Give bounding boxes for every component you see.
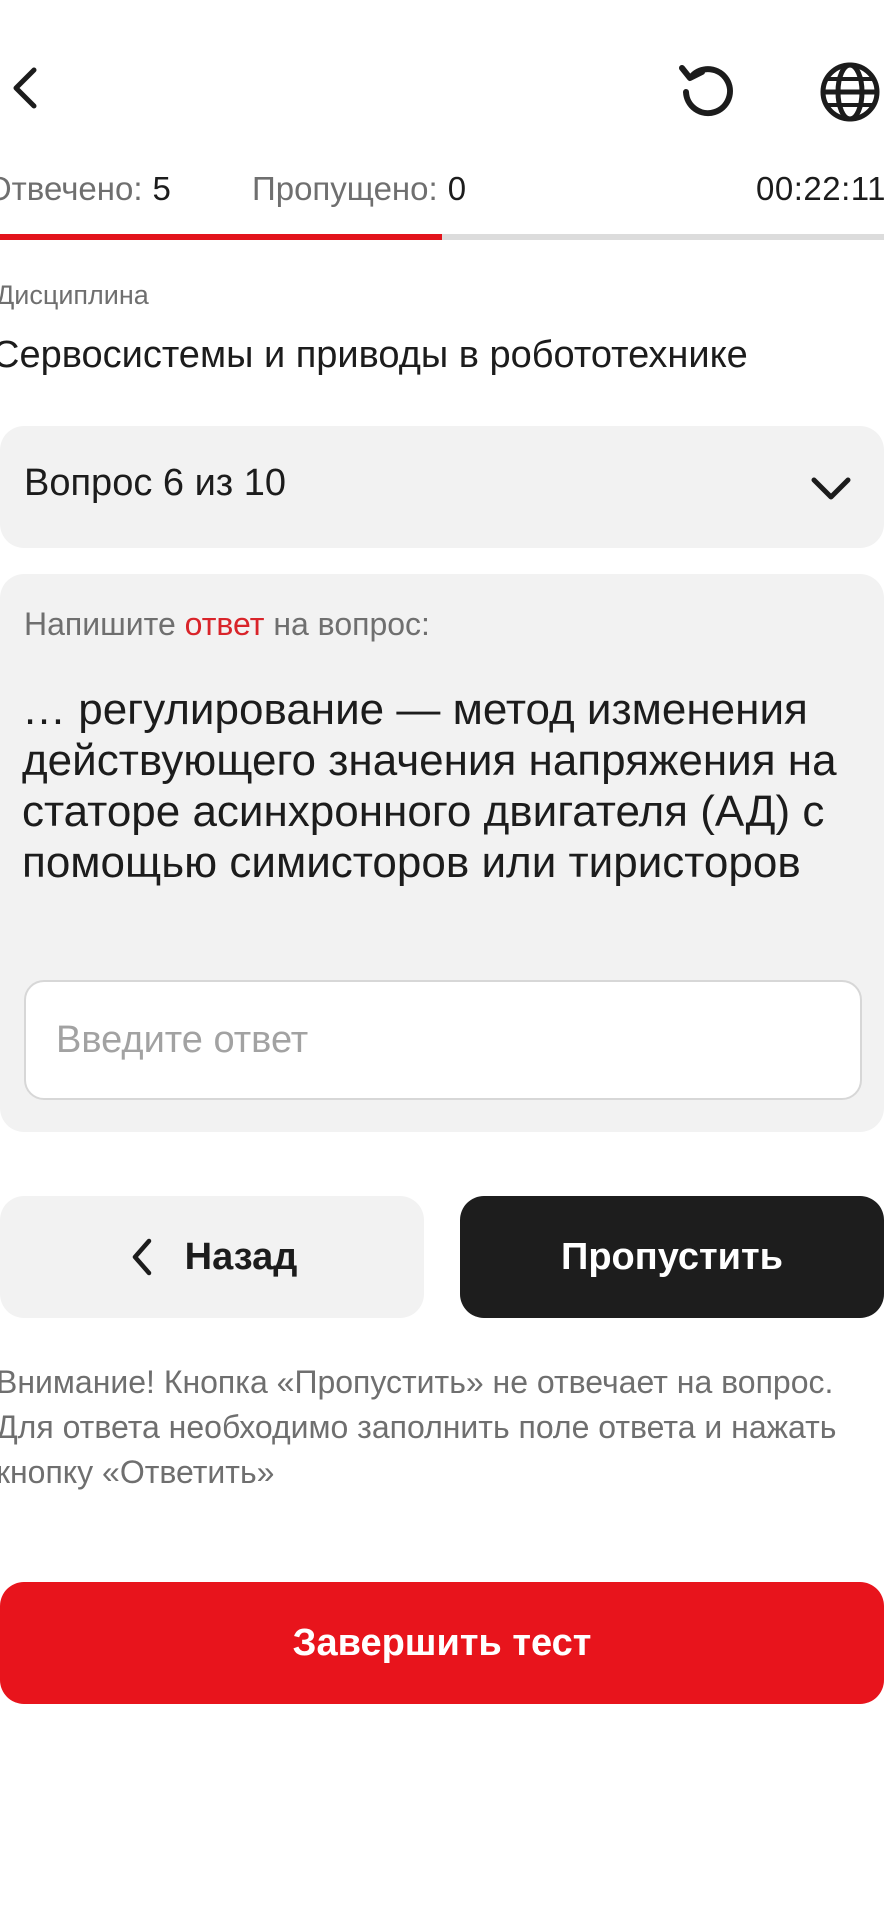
reset-button[interactable] — [672, 58, 740, 126]
test-stats: Отвечено: 5 Пропущено: 0 00:22:11 — [0, 170, 884, 220]
language-button[interactable] — [816, 58, 884, 126]
rotate-ccw-icon — [679, 65, 733, 117]
question-prompt: Напишите ответ на вопрос: — [24, 606, 430, 643]
globe-icon — [820, 62, 880, 122]
prompt-text-before: Напишите — [24, 606, 185, 642]
progress-bar — [0, 234, 884, 240]
finish-test-label: Завершить тест — [292, 1621, 592, 1664]
prompt-text-after: на вопрос: — [264, 606, 430, 642]
prompt-accent: ответ — [184, 606, 265, 642]
chevron-down-icon — [811, 477, 851, 500]
back-button-label: Назад — [184, 1235, 298, 1278]
question-card: Напишите ответ на вопрос: … регулировани… — [0, 574, 884, 1132]
top-bar — [0, 0, 884, 170]
skip-button[interactable]: Пропустить — [460, 1196, 884, 1318]
discipline-label: Дисциплина — [0, 280, 149, 310]
progress-fill — [0, 234, 442, 240]
answer-input[interactable] — [24, 980, 862, 1100]
question-selector[interactable]: Вопрос 6 из 10 — [0, 426, 884, 548]
chevron-left-icon — [13, 67, 37, 109]
back-button[interactable]: Назад — [0, 1196, 424, 1318]
skipped-counter: Пропущено: 0 — [252, 170, 466, 208]
finish-test-button[interactable]: Завершить тест — [0, 1582, 884, 1704]
answered-label: Отвечено: — [0, 170, 143, 207]
timer: 00:22:11 — [756, 170, 884, 207]
skipped-label: Пропущено: — [252, 170, 438, 207]
question-text: … регулирование — метод изменения действ… — [22, 685, 837, 887]
skip-warning: Внимание! Кнопка «Пропустить» не отвечае… — [0, 1364, 837, 1490]
answered-value: 5 — [152, 170, 171, 207]
answered-counter: Отвечено: 5 — [0, 170, 171, 208]
discipline-title: Сервосистемы и приводы в робототехнике — [0, 334, 748, 376]
question-selector-label: Вопрос 6 из 10 — [24, 462, 287, 504]
skip-button-label: Пропустить — [561, 1235, 783, 1278]
skipped-value: 0 — [447, 170, 467, 207]
back-icon-button[interactable] — [6, 60, 46, 116]
chevron-left-icon — [132, 1238, 151, 1276]
